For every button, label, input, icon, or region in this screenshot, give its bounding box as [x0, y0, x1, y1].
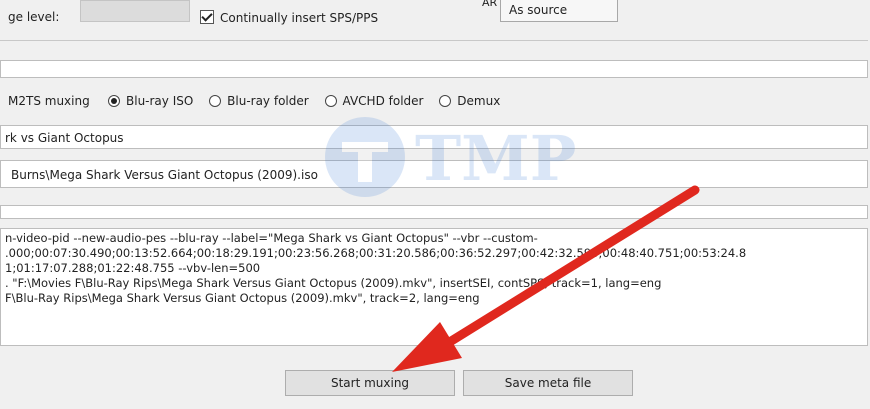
red-arrow-annotation-icon	[392, 185, 700, 372]
